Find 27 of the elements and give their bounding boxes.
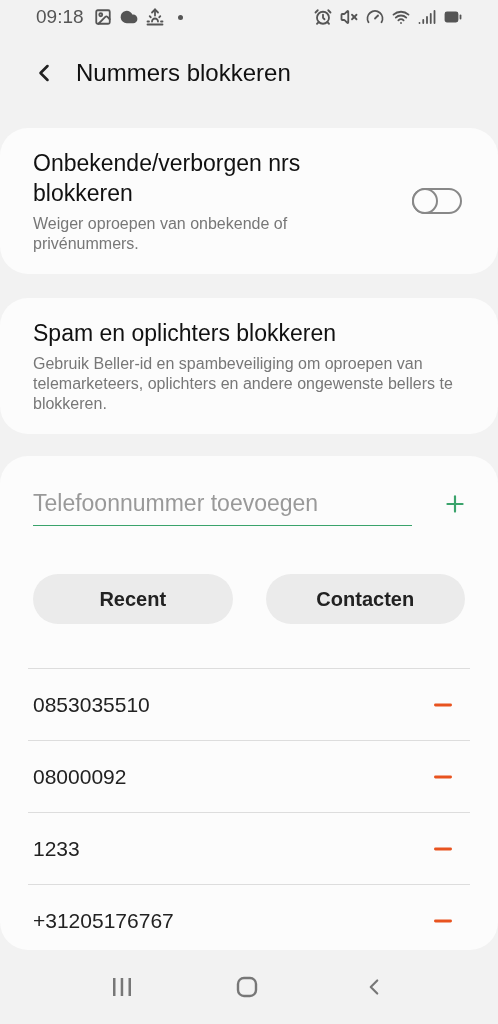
mute-icon bbox=[340, 8, 358, 26]
toggle-switch[interactable] bbox=[412, 188, 462, 214]
pick-button[interactable]: Recent bbox=[33, 574, 233, 624]
signal-icon bbox=[418, 8, 436, 26]
gauge-icon bbox=[366, 8, 384, 26]
wifi-icon bbox=[392, 8, 410, 26]
setting-description: Gebruik Beller-id en spambeveiliging om oproepen van telemarketeers, oplichters en andere ongewenste bellers te blokkeren. bbox=[33, 354, 454, 414]
setting-title: Spam en oplichters blokkeren bbox=[33, 319, 337, 348]
notification-dot-icon bbox=[177, 14, 183, 20]
pick-button[interactable]: Contacten bbox=[265, 574, 465, 624]
setting-description: Weiger oproepen van onbekende of privénummers. bbox=[33, 214, 289, 254]
blocked-number: 1233 bbox=[33, 836, 80, 861]
alarm-icon bbox=[314, 8, 332, 26]
setting-card[interactable]: Onbekende/verborgen nrs blokkeren Weiger oproepen van onbekende of privénummers. bbox=[0, 128, 498, 274]
recent-apps-icon[interactable] bbox=[111, 976, 134, 998]
sunrise-icon bbox=[145, 8, 164, 26]
image-icon bbox=[93, 8, 112, 26]
blocked-number: +31205176767 bbox=[33, 908, 174, 933]
status-time: 09:18 bbox=[36, 6, 84, 28]
cloud-icon bbox=[119, 8, 138, 26]
phone-number-field[interactable]: Telefoonnummer toevoegen bbox=[33, 482, 412, 526]
setting-card[interactable]: Spam en oplichters blokkeren Gebruik Beller-id en spambeveiliging om oproepen van telemarketeers, oplichters en andere ongewenste bellers te blokkeren. bbox=[0, 298, 498, 434]
blocked-number: 08000092 bbox=[33, 764, 127, 789]
home-icon[interactable] bbox=[236, 976, 258, 998]
blocked-number: 0853035510 bbox=[33, 692, 150, 717]
setting-title: Onbekende/verborgen nrs blokkeren bbox=[33, 149, 302, 208]
page-title: Nummers blokkeren bbox=[76, 59, 291, 87]
